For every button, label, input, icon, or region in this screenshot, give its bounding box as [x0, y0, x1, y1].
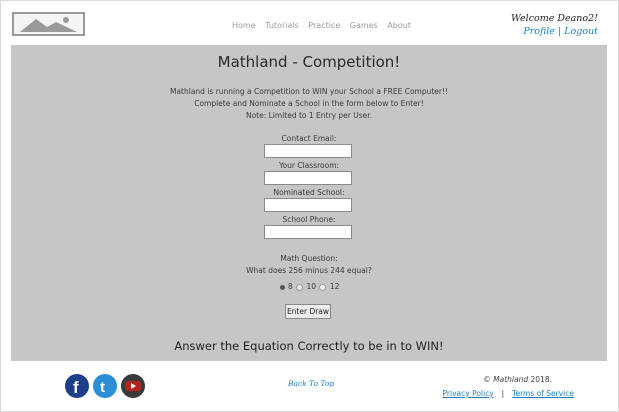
school-input[interactable] [264, 198, 352, 212]
header: Home Tutorials Practice Games About Welc… [1, 1, 618, 45]
copyright: © Mathland 2018. [483, 375, 552, 384]
profile-link[interactable]: Profile [523, 26, 555, 37]
tagline: Answer the Equation Correctly to be in t… [174, 339, 444, 353]
youtube-icon[interactable] [121, 374, 145, 398]
option-8-label: 8 [287, 282, 293, 291]
option-12-radio[interactable] [319, 283, 327, 291]
phone-label: School Phone: [282, 215, 336, 224]
option-10-radio[interactable] [296, 283, 304, 291]
welcome-text: Welcome Deano2! [511, 13, 598, 24]
page-title: Mathland - Competition! [217, 53, 401, 71]
svg-text:t: t [100, 379, 105, 396]
twitter-icon[interactable]: t [93, 374, 117, 398]
privacy-policy-link[interactable]: Privacy Policy [443, 389, 494, 398]
svg-text:f: f [73, 378, 79, 397]
contact-email-label: Contact Email: [281, 134, 337, 143]
legal-separator: | [501, 389, 505, 398]
image-placeholder-icon [20, 17, 77, 32]
nav-home[interactable]: Home [232, 21, 256, 30]
option-10-label: 10 [306, 282, 317, 291]
facebook-icon[interactable]: f [65, 374, 89, 398]
math-question-label: Math Question: [280, 254, 338, 263]
nav-games[interactable]: Games [350, 21, 378, 30]
site-logo[interactable] [12, 12, 85, 36]
back-to-top-link[interactable]: Back To Top [288, 379, 334, 388]
page: Home Tutorials Practice Games About Welc… [0, 0, 619, 412]
intro-line: Complete and Nominate a School in the fo… [194, 99, 424, 108]
school-label: Nominated School: [273, 188, 345, 197]
main-nav: Home Tutorials Practice Games About [232, 21, 418, 30]
competition-panel: Mathland - Competition! Mathland is runn… [11, 45, 607, 361]
terms-of-service-link[interactable]: Terms of Service [512, 389, 574, 398]
nav-tutorials[interactable]: Tutorials [265, 21, 299, 30]
enter-draw-button[interactable]: Enter Draw [285, 304, 331, 319]
user-welcome: Welcome Deano2! Profile | Logout [511, 13, 598, 37]
intro-text: Mathland is running a Competition to WIN… [11, 86, 607, 122]
intro-line: Note: Limited to 1 Entry per User. [245, 111, 373, 120]
option-8-radio[interactable] [279, 284, 285, 290]
legal-links: Privacy Policy | Terms of Service [443, 389, 574, 398]
option-12-label: 12 [329, 282, 340, 291]
copyright-year: 2018. [530, 375, 552, 384]
copyright-symbol: © [483, 375, 491, 384]
copyright-brand: Mathland [493, 375, 529, 384]
intro-line: Mathland is running a Competition to WIN… [169, 87, 449, 96]
classroom-input[interactable] [264, 171, 352, 185]
account-links: Profile | Logout [511, 26, 598, 37]
footer: f t Back To Top © Mathland 2018. Privacy… [1, 361, 618, 411]
answer-options: 8 10 12 [11, 282, 607, 291]
math-question: What does 256 minus 244 equal? [246, 266, 372, 275]
logout-link[interactable]: Logout [564, 26, 598, 37]
account-link-separator: | [558, 26, 562, 37]
nav-practice[interactable]: Practice [308, 21, 340, 30]
contact-email-input[interactable] [264, 144, 352, 158]
nav-about[interactable]: About [387, 21, 411, 30]
classroom-label: Your Classroom: [278, 161, 340, 170]
phone-input[interactable] [264, 225, 352, 239]
